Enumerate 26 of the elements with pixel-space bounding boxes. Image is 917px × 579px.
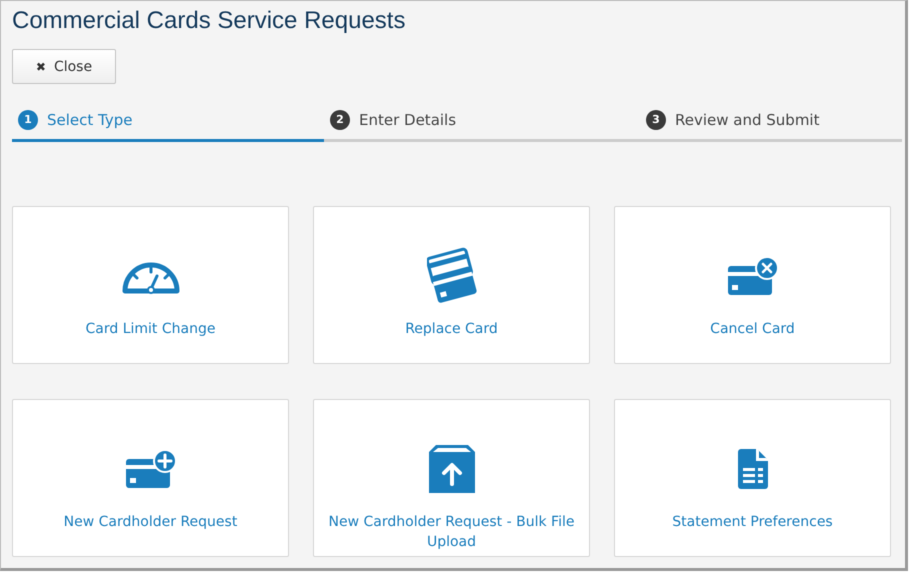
page-title: Commercial Cards Service Requests — [12, 7, 406, 36]
upload-box-icon — [426, 444, 476, 494]
step-tab[interactable]: 2 Enter Details — [324, 100, 640, 142]
close-icon: ✖ — [36, 60, 46, 74]
request-type-card[interactable]: New Cardholder Request - Bulk File Upload — [313, 399, 590, 557]
request-type-card[interactable]: Replace Card — [313, 206, 590, 364]
request-type-card[interactable]: New Cardholder Request — [12, 399, 289, 557]
request-type-card[interactable]: Card Limit Change — [12, 206, 289, 364]
step-tab[interactable]: 1 Select Type — [12, 100, 324, 142]
step-number: 2 — [330, 110, 350, 130]
card-label: Replace Card — [405, 320, 498, 339]
document-icon — [736, 448, 768, 490]
card-label: Card Limit Change — [86, 320, 216, 339]
card-label: Cancel Card — [710, 320, 795, 339]
step-number: 3 — [646, 110, 666, 130]
card-label: New Cardholder Request — [64, 513, 238, 532]
cards-icon — [426, 247, 476, 305]
step-tab[interactable]: 3 Review and Submit — [640, 100, 902, 142]
card-add-icon — [124, 449, 178, 489]
close-button[interactable]: ✖ Close — [12, 49, 116, 84]
card-label: New Cardholder Request - Bulk File Upload — [328, 513, 576, 552]
step-number: 1 — [18, 110, 38, 130]
card-remove-icon — [726, 256, 780, 296]
card-label: Statement Preferences — [672, 513, 833, 532]
request-type-card[interactable]: Statement Preferences — [614, 399, 891, 557]
request-type-card[interactable]: Cancel Card — [614, 206, 891, 364]
